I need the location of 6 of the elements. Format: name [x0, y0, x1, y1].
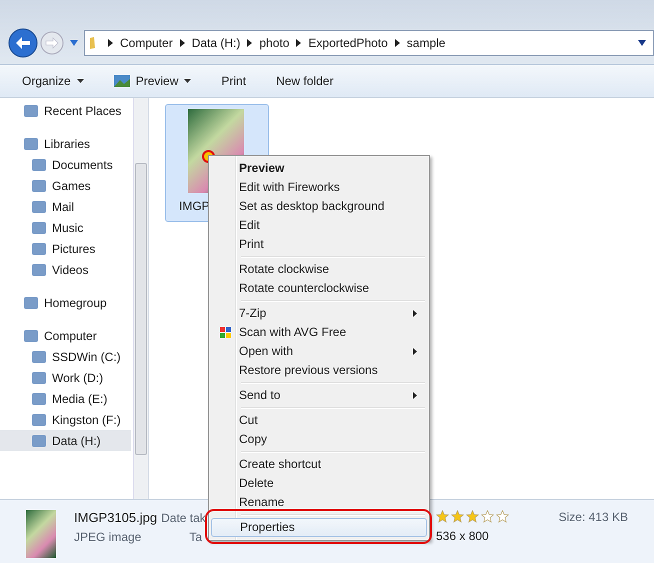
tags-label: Ta	[189, 530, 202, 544]
file-type: JPEG image	[74, 530, 142, 544]
size-value: Size: 413 KB	[558, 510, 628, 524]
file-name: IMGP3105.jpg	[74, 510, 158, 525]
dimensions-value: 536 x 800	[436, 529, 490, 543]
file-name: IMGP	[179, 199, 210, 213]
